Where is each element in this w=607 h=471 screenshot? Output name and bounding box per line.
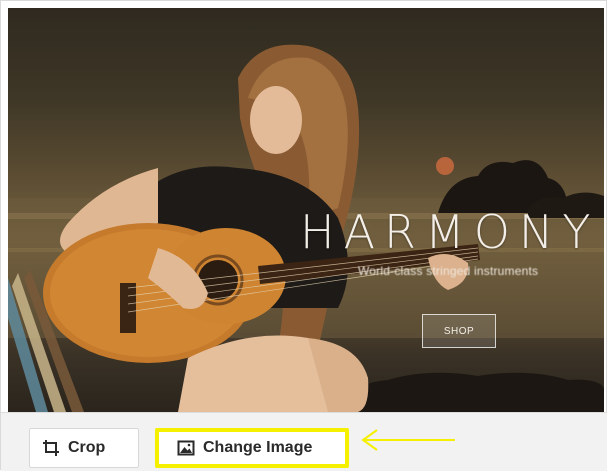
- image-preview: HARMONY World-class stringed instruments…: [8, 8, 604, 412]
- left-arrow-icon: [361, 429, 455, 451]
- crop-icon: [42, 439, 60, 457]
- hero-shop-button: SHOP: [422, 314, 496, 348]
- hero-title: HARMONY: [300, 205, 600, 259]
- change-image-button[interactable]: Change Image: [155, 428, 349, 468]
- crop-label: Crop: [68, 439, 106, 456]
- image-toolbar: Crop Change Image: [1, 412, 607, 471]
- crop-button[interactable]: Crop: [29, 428, 139, 468]
- image-icon: [177, 439, 195, 457]
- image-editor: HARMONY World-class stringed instruments…: [0, 0, 607, 471]
- hero-subtitle: World-class stringed instruments: [358, 264, 539, 278]
- change-image-label: Change Image: [203, 439, 313, 456]
